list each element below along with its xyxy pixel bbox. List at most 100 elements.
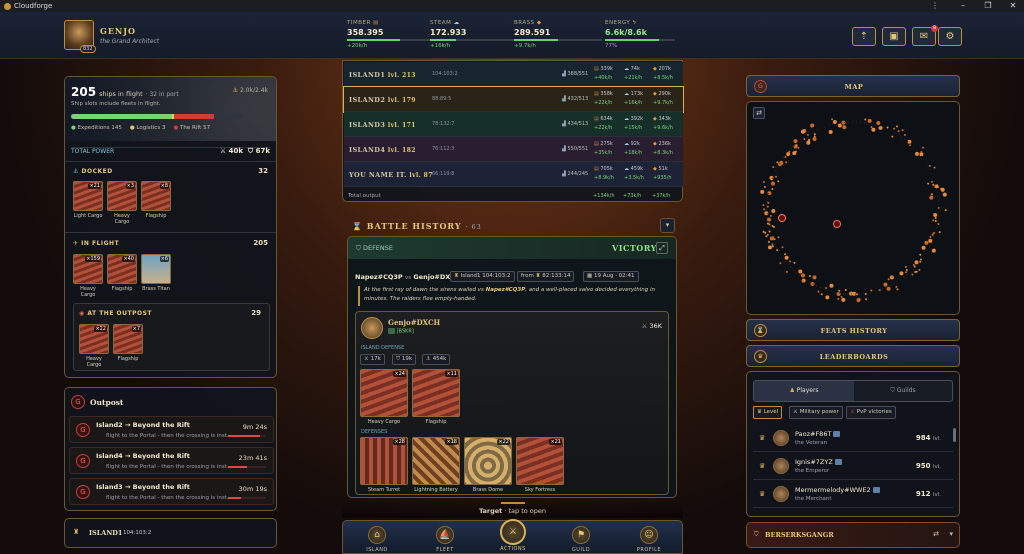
boost-button[interactable]: ⇡ (852, 27, 876, 46)
map-island-dot[interactable] (912, 264, 915, 267)
map-island-dot[interactable] (856, 298, 861, 303)
map-island-dot[interactable] (915, 151, 920, 156)
minimize-button[interactable]: – (955, 0, 971, 12)
swap-icon[interactable]: ⇄ (933, 530, 939, 538)
map-island-dot[interactable] (928, 164, 931, 167)
map-island-dot[interactable] (774, 175, 777, 178)
map-island-dot[interactable] (784, 253, 787, 256)
ship-card[interactable]: ×21 Light Cargo (73, 181, 103, 219)
map-island-dot[interactable] (905, 268, 908, 271)
map-island-dot[interactable] (767, 241, 770, 244)
map-island-dot[interactable] (803, 137, 806, 140)
map-island-dot[interactable] (779, 262, 782, 265)
island-row[interactable]: You name it. lvl. 87 66:119:8 ▟ 244/245 ▤ 7… (344, 162, 683, 187)
leaderboard-scrollbar[interactable] (953, 428, 956, 442)
map-island-dot[interactable] (812, 275, 817, 280)
map-island-dot[interactable] (876, 120, 881, 125)
maximize-button[interactable]: ❐ (980, 0, 996, 12)
map-island-dot[interactable] (797, 147, 800, 150)
map-island-dot[interactable] (763, 186, 766, 189)
map-player-island[interactable] (833, 220, 841, 228)
map-island-dot[interactable] (766, 222, 769, 225)
map-island-dot[interactable] (871, 127, 876, 132)
outpost-item[interactable]: G Island4 → Beyond the Rift flight to th… (69, 447, 274, 474)
map-island-dot[interactable] (934, 217, 937, 220)
map-island-dot[interactable] (837, 123, 842, 128)
unit-card[interactable]: ×11 Flagship (412, 369, 460, 425)
map-island-dot[interactable] (932, 183, 935, 186)
expand-icon[interactable]: ⤢ (656, 242, 668, 254)
map-island-dot[interactable] (870, 289, 873, 292)
map-island-dot[interactable] (808, 274, 811, 277)
map-island-dot[interactable] (844, 288, 847, 291)
island-row[interactable]: Island3 lvl. 171 78:132:7 ▟ 434/513 ▤ 634k +… (344, 112, 683, 137)
map-island-dot[interactable] (931, 248, 936, 253)
map-island-dot[interactable] (924, 240, 929, 245)
menu-dots-button[interactable]: ⋮ (927, 0, 943, 12)
map-island-dot[interactable] (760, 189, 765, 194)
ship-card[interactable]: ×22 Heavy Cargo (79, 324, 109, 368)
unit-card[interactable]: ×28 Steam Turret (360, 437, 408, 493)
map-island-dot[interactable] (808, 138, 811, 141)
ship-card[interactable]: ×6 Brass Titan (141, 254, 171, 292)
map-island-dot[interactable] (820, 293, 823, 296)
island-row[interactable]: Island1 lvl. 213 104:103:2 ▟ 388/551 ▤ 339k… (344, 62, 683, 87)
map-island-dot[interactable] (896, 288, 899, 291)
map-island-dot[interactable] (903, 134, 906, 137)
unit-card[interactable]: ×22 Brass Dome (464, 437, 512, 493)
map-island-dot[interactable] (934, 219, 937, 222)
map-island-dot[interactable] (933, 212, 938, 217)
chest-button[interactable]: ▣ (882, 27, 906, 46)
map-island-dot[interactable] (766, 205, 769, 208)
target-hint[interactable]: Target · tap to open (342, 500, 683, 518)
map-island-dot[interactable] (883, 282, 888, 287)
map-island-dot[interactable] (777, 180, 780, 183)
map-island-dot[interactable] (944, 209, 947, 212)
map-island-dot[interactable] (911, 273, 914, 276)
world-map[interactable]: ⇄ (746, 101, 960, 315)
map-island-dot[interactable] (825, 295, 830, 300)
map-island-dot[interactable] (812, 136, 817, 141)
map-island-dot[interactable] (795, 144, 798, 147)
map-island-dot[interactable] (770, 178, 773, 181)
map-island-dot[interactable] (840, 296, 843, 299)
map-island-dot[interactable] (864, 292, 867, 295)
map-island-dot[interactable] (769, 214, 772, 217)
map-island-dot[interactable] (764, 211, 769, 216)
map-island-dot[interactable] (776, 161, 779, 164)
map-island-dot[interactable] (792, 151, 797, 156)
ship-card[interactable]: ×40 Flagship (107, 254, 137, 292)
map-island-dot[interactable] (891, 135, 894, 138)
map-island-dot[interactable] (762, 230, 765, 233)
tab-players[interactable]: ♟ Players (754, 381, 854, 401)
map-island-dot[interactable] (896, 125, 899, 128)
map-island-dot[interactable] (771, 245, 774, 248)
map-island-dot[interactable] (942, 192, 947, 197)
map-island-dot[interactable] (919, 253, 922, 256)
map-island-dot[interactable] (891, 275, 894, 278)
map-island-dot[interactable] (893, 127, 896, 130)
filter-military-power[interactable]: ⚔ Military power (789, 406, 843, 419)
map-island-dot[interactable] (777, 236, 780, 239)
map-island-dot[interactable] (785, 256, 788, 259)
map-island-dot[interactable] (904, 265, 907, 268)
island-footer-card[interactable]: ♜ ISLAND1 104:103:2 (64, 518, 277, 548)
map-island-dot[interactable] (931, 233, 934, 236)
map-island-dot[interactable] (870, 126, 873, 129)
map-island-dot[interactable] (763, 208, 766, 211)
player-avatar[interactable]: 832 (64, 20, 96, 53)
map-island-dot[interactable] (931, 180, 934, 183)
map-island-dot[interactable] (776, 249, 779, 252)
map-island-dot[interactable] (886, 286, 891, 291)
map-island-dot[interactable] (841, 297, 846, 302)
guild-bar[interactable]: ⛉ BERSERKSGANGR ⇄ ▾ (746, 522, 960, 548)
map-island-dot[interactable] (867, 118, 872, 123)
map-island-dot[interactable] (842, 125, 847, 130)
map-island-dot[interactable] (785, 161, 788, 164)
unit-card[interactable]: ×24 Heavy Cargo (360, 369, 408, 425)
unit-card[interactable]: ×18 Lightning Battery (412, 437, 460, 493)
map-island-dot[interactable] (810, 123, 815, 128)
map-island-dot[interactable] (940, 187, 945, 192)
map-island-dot[interactable] (932, 219, 935, 222)
map-island-dot[interactable] (937, 186, 940, 189)
